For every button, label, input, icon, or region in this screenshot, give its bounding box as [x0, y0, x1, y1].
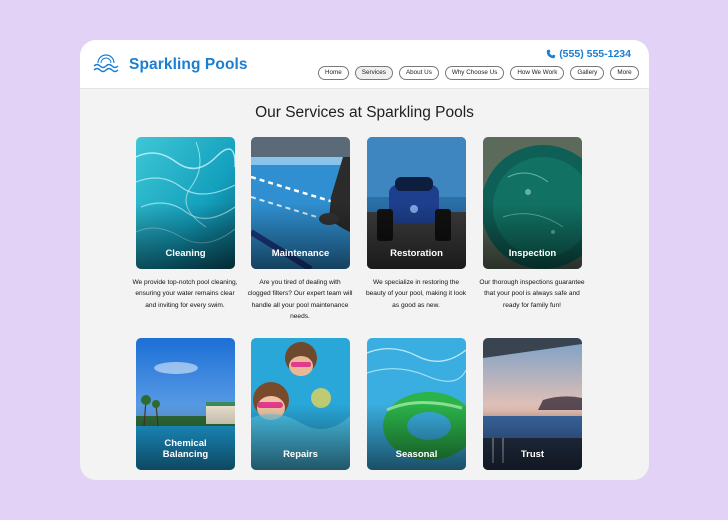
site-header: Sparkling Pools (555) 555-1234 Home Serv… — [80, 40, 649, 89]
browser-frame: Sparkling Pools (555) 555-1234 Home Serv… — [80, 40, 649, 480]
service-card-repairs[interactable]: Repairs — [251, 338, 350, 470]
card-shade — [251, 404, 350, 470]
service-label-seasonal: Seasonal — [395, 449, 438, 460]
nav-gallery[interactable]: Gallery — [570, 66, 605, 80]
phone-link[interactable]: (555) 555-1234 — [546, 48, 631, 60]
nav-how-we-work[interactable]: How We Work — [510, 66, 565, 80]
nav-more[interactable]: More — [610, 66, 639, 80]
card-shade — [136, 404, 235, 470]
service-desc-maintenance: Are you tired of dealing with clogged fi… — [247, 279, 353, 320]
service-label-line: Balancing — [162, 449, 209, 460]
service-label-restoration: Restoration — [390, 248, 443, 259]
page-title: Our Services at Sparkling Pools — [255, 104, 474, 121]
service-desc-inspection: Our thorough inspections guarantee that … — [479, 279, 585, 309]
service-label-inspection: Inspection — [508, 248, 557, 259]
service-label-repairs: Repairs — [283, 449, 318, 460]
card-shade — [483, 203, 582, 269]
service-card-seasonal[interactable]: Seasonal — [367, 338, 466, 470]
card-shade — [483, 404, 582, 470]
service-card-maintenance[interactable]: Maintenance — [251, 137, 350, 269]
nav-home[interactable]: Home — [318, 66, 349, 80]
service-card-inspection[interactable]: Inspection — [483, 137, 582, 269]
brand-name[interactable]: Sparkling Pools — [129, 56, 248, 74]
wave-pool-logo-icon[interactable] — [92, 51, 120, 75]
phone-icon — [546, 49, 556, 59]
service-card-restoration[interactable]: Restoration — [367, 137, 466, 269]
nav-services[interactable]: Services — [354, 66, 393, 80]
service-card-chemical-balancing[interactable]: Chemical Balancing — [136, 338, 235, 470]
card-shade — [367, 203, 466, 269]
service-desc-cleaning: We provide top-notch pool cleaning, ensu… — [132, 279, 238, 309]
service-card-cleaning[interactable]: Cleaning — [136, 137, 235, 269]
card-shade — [136, 203, 235, 269]
card-shade — [367, 404, 466, 470]
nav-why-choose-us[interactable]: Why Choose Us — [444, 66, 505, 80]
service-card-trust[interactable]: Trust — [483, 338, 582, 470]
nav-about-us[interactable]: About Us — [398, 66, 439, 80]
service-label-line: Chemical — [164, 438, 207, 449]
service-label-chemical-balancing: Chemical Balancing — [136, 438, 235, 460]
service-label-cleaning: Cleaning — [165, 248, 206, 259]
phone-number: (555) 555-1234 — [559, 48, 631, 60]
main-nav: Home Services About Us Why Choose Us How… — [318, 66, 639, 80]
card-shade — [251, 203, 350, 269]
service-label-trust: Trust — [520, 449, 545, 460]
service-desc-restoration: We specialize in restoring the beauty of… — [365, 279, 467, 309]
service-label-maintenance: Maintenance — [271, 248, 330, 259]
